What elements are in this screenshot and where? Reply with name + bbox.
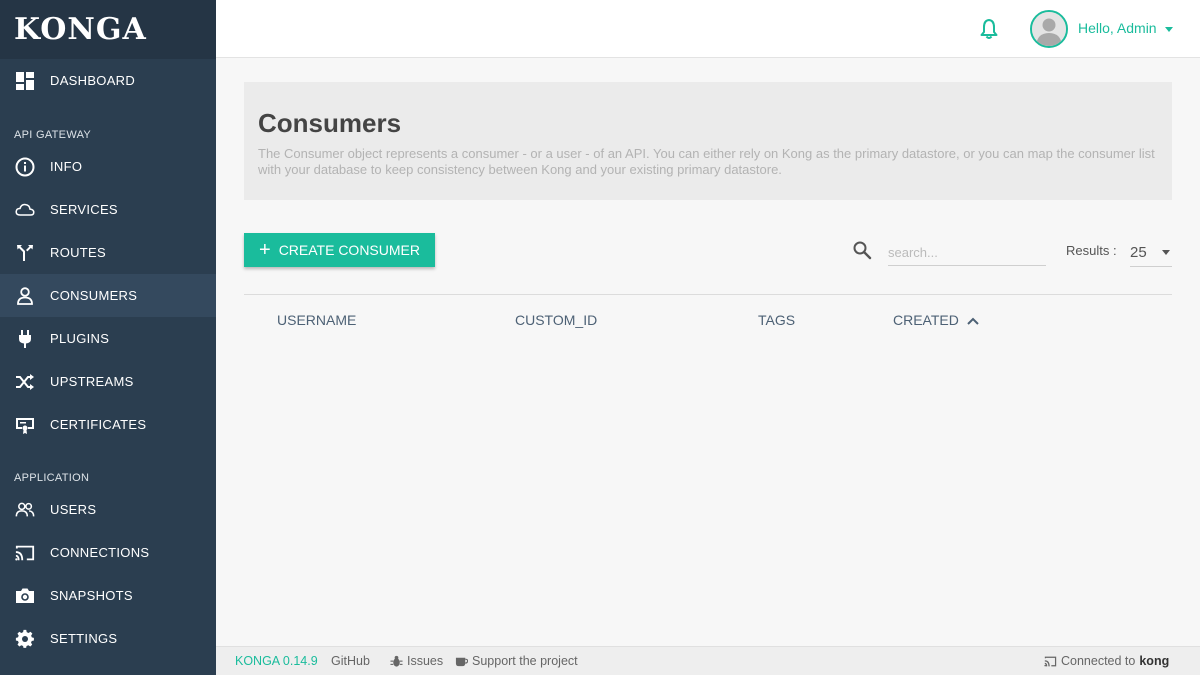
footer-issues-label: Issues (407, 654, 444, 668)
brand[interactable]: KONGA (0, 0, 216, 59)
footer-connected-name: kong (1139, 654, 1170, 668)
sidebar-item-upstreams[interactable]: UPSTREAMS (0, 360, 216, 403)
page-header: Consumers The Consumer object represents… (244, 82, 1172, 200)
sidebar-item-label: CONNECTIONS (50, 545, 150, 560)
results-value: 25 (1130, 243, 1147, 261)
table-divider (244, 294, 1172, 295)
sidebar-item-certificates[interactable]: CERTIFICATES (0, 403, 216, 446)
user-greeting: Hello, Admin (1078, 20, 1157, 36)
column-header-custom-id[interactable]: CUSTOM_ID (515, 312, 597, 328)
sidebar-item-info[interactable]: INFO (0, 145, 216, 188)
footer-github-link[interactable]: GitHub (331, 654, 370, 668)
users-icon (14, 499, 36, 521)
cast-icon (1044, 656, 1057, 666)
shuffle-icon (14, 371, 36, 393)
sidebar-item-label: PLUGINS (50, 331, 110, 346)
footer-connection-status: Connected to kong (1044, 654, 1169, 668)
sidebar-item-label: UPSTREAMS (50, 374, 134, 389)
create-consumer-label: CREATE CONSUMER (278, 242, 420, 258)
top-bar: Hello, Admin (216, 0, 1200, 58)
routes-icon (14, 242, 36, 264)
sidebar: KONGA DASHBOARD API GATEWAY INFO SERVICE… (0, 0, 216, 675)
cast-icon (14, 542, 36, 564)
column-header-username[interactable]: USERNAME (277, 312, 356, 328)
sidebar-item-label: CERTIFICATES (50, 417, 147, 432)
coffee-icon (455, 657, 468, 666)
sidebar-item-services[interactable]: SERVICES (0, 188, 216, 231)
footer-support-label: Support the project (472, 654, 578, 668)
gear-icon (14, 628, 36, 650)
chevron-down-icon (1165, 26, 1174, 32)
section-title-api-gateway: API GATEWAY (14, 129, 92, 141)
sidebar-item-label: ROUTES (50, 245, 106, 260)
chevron-down-icon (1162, 249, 1170, 255)
footer-connected-prefix: Connected to (1061, 654, 1136, 668)
main-content: Consumers The Consumer object represents… (216, 58, 1200, 646)
dashboard-icon (14, 70, 36, 92)
sidebar-item-users[interactable]: USERS (0, 488, 216, 531)
sidebar-item-routes[interactable]: ROUTES (0, 231, 216, 274)
footer-version: KONGA 0.14.9 (235, 654, 318, 668)
column-header-label: CREATED (893, 312, 959, 328)
user-menu[interactable]: Hello, Admin (1078, 20, 1174, 36)
plus-icon: + (259, 239, 271, 261)
info-icon (14, 156, 36, 178)
user-icon (14, 285, 36, 307)
sidebar-item-snapshots[interactable]: SNAPSHOTS (0, 574, 216, 617)
search-icon (852, 240, 872, 260)
column-header-tags[interactable]: TAGS (758, 312, 795, 328)
sidebar-item-label: SETTINGS (50, 631, 118, 646)
camera-icon (14, 585, 36, 607)
sidebar-item-label: USERS (50, 502, 97, 517)
results-label: Results : (1066, 243, 1117, 258)
sidebar-item-consumers[interactable]: CONSUMERS (0, 274, 216, 317)
chevron-up-icon (967, 312, 979, 328)
column-header-created[interactable]: CREATED (893, 312, 979, 328)
sidebar-item-label: SERVICES (50, 202, 118, 217)
avatar-icon[interactable] (1030, 10, 1068, 48)
sidebar-item-label: CONSUMERS (50, 288, 138, 303)
bug-icon (390, 655, 403, 667)
sidebar-item-plugins[interactable]: PLUGINS (0, 317, 216, 360)
page-description: The Consumer object represents a consume… (258, 146, 1155, 177)
brand-logo: KONGA (14, 12, 147, 47)
plug-icon (14, 328, 36, 350)
page-title: Consumers (258, 108, 402, 138)
sidebar-item-label: DASHBOARD (50, 73, 136, 88)
search-input[interactable] (888, 240, 1046, 266)
sidebar-item-label: SNAPSHOTS (50, 588, 133, 603)
sidebar-item-label: INFO (50, 159, 83, 174)
results-per-page-select[interactable]: 25 (1130, 238, 1172, 267)
footer-support-link[interactable]: Support the project (455, 654, 578, 668)
sidebar-item-settings[interactable]: SETTINGS (0, 617, 216, 660)
certificate-icon (14, 414, 36, 436)
sidebar-item-connections[interactable]: CONNECTIONS (0, 531, 216, 574)
cloud-icon (14, 199, 36, 221)
section-title-application: APPLICATION (14, 472, 90, 484)
footer-issues-link[interactable]: Issues (390, 654, 443, 668)
footer: KONGA 0.14.9 GitHub Issues Support the p… (216, 646, 1200, 675)
bell-icon[interactable] (978, 18, 1000, 40)
sidebar-item-dashboard[interactable]: DASHBOARD (0, 59, 216, 102)
create-consumer-button[interactable]: + CREATE CONSUMER (244, 233, 435, 267)
